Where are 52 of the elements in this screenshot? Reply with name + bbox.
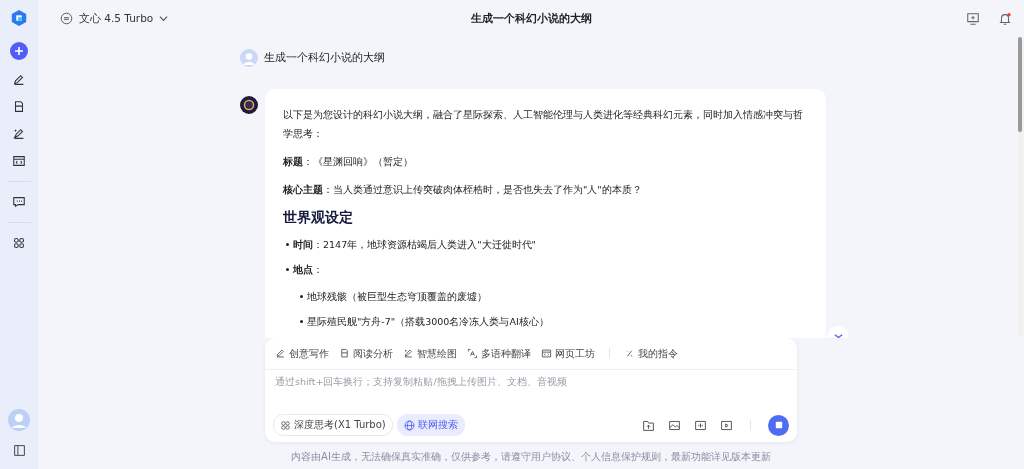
list-item: 地球残骸（被巨型生态穹顶覆盖的废墟） xyxy=(307,291,487,302)
tool-icon xyxy=(339,348,350,359)
conversation-title: 生成一个科幻小说的大纲 xyxy=(470,11,592,26)
document-icon[interactable] xyxy=(12,100,26,114)
video-icon[interactable] xyxy=(720,418,733,432)
assistant-avatar-icon xyxy=(240,96,258,114)
audio-icon[interactable] xyxy=(694,418,707,432)
tool-icon xyxy=(624,348,635,359)
chat-input-box[interactable]: 创意写作 阅读分析 智慧绘图 多语种翻译 网页工坊 我的指令 通过shift+回车换行；支持复制粘贴/拖拽上传图片、文档、音视频 深度思考(X1 Turbo) 联网搜索 xyxy=(265,338,797,442)
scrollbar[interactable] xyxy=(1018,37,1023,335)
nodes-icon xyxy=(280,419,291,431)
option-toggle[interactable]: 深度思考(X1 Turbo) xyxy=(273,414,393,436)
tool-button[interactable]: 阅读分析 xyxy=(339,346,393,361)
apps-icon[interactable] xyxy=(12,236,26,250)
user-message: 生成一个科幻小说的大纲 xyxy=(264,51,385,65)
section-heading: 世界观设定 xyxy=(283,208,354,227)
list-item: 时间：2147年，地球资源枯竭后人类进入"大迁徙时代" xyxy=(293,239,536,250)
stop-icon xyxy=(774,421,783,429)
chat-icon[interactable] xyxy=(12,195,26,209)
screen-add-icon[interactable] xyxy=(966,11,980,26)
tool-button[interactable]: 网页工坊 xyxy=(541,346,595,361)
web-code-icon[interactable] xyxy=(12,154,26,168)
globe-icon xyxy=(403,419,415,431)
model-icon xyxy=(60,12,73,25)
new-chat-icon[interactable] xyxy=(10,42,28,60)
tool-button[interactable]: 智慧绘图 xyxy=(403,346,457,361)
brush-icon[interactable] xyxy=(12,127,26,141)
sidebar-toggle-icon[interactable] xyxy=(12,444,26,457)
tool-icon xyxy=(467,348,478,359)
answer-paragraph: 标题：《星渊回响》（暂定） xyxy=(283,155,414,169)
option-toggle[interactable]: 联网搜索 xyxy=(396,414,465,436)
logo-icon[interactable] xyxy=(10,9,28,27)
upload-folder-icon[interactable] xyxy=(642,418,655,432)
prompt-field[interactable]: 通过shift+回车换行；支持复制粘贴/拖拽上传图片、文档、音视频 xyxy=(265,370,797,414)
answer-paragraph: 以下是为您设计的科幻小说大纲，融合了星际探索、人工智能伦理与人类进化等经典科幻元素，同时加入情感冲突与哲学思考： xyxy=(283,108,804,141)
tool-icon xyxy=(275,348,286,359)
tool-button[interactable]: 我的指令 xyxy=(624,346,678,361)
list-item: 星际殖民舰"方舟-7"（搭载3000名冷冻人类与AI核心） xyxy=(307,316,549,327)
image-icon[interactable] xyxy=(668,418,681,432)
tool-button[interactable]: 创意写作 xyxy=(275,346,329,361)
answer-paragraph: 核心主题：当人类通过意识上传突破肉体桎梏时，是否也失去了作为"人"的本质？ xyxy=(283,183,643,197)
tool-icon xyxy=(403,348,414,359)
tool-button[interactable]: 多语种翻译 xyxy=(467,346,531,361)
chevron-down-icon xyxy=(159,14,169,23)
list-item: 地点： xyxy=(293,264,323,275)
disclaimer-text: 内容由AI生成，无法确保真实准确，仅供参考，请遵守用户协议、个人信息保护规则，最新功能详见版本更新 xyxy=(291,450,771,464)
tool-icon xyxy=(541,348,552,359)
pen-icon[interactable] xyxy=(12,73,26,87)
model-selector[interactable]: 文心 4.5 Turbo xyxy=(60,11,169,26)
user-avatar-icon xyxy=(240,49,258,67)
stop-button[interactable] xyxy=(768,414,789,436)
notification-bell-icon[interactable] xyxy=(998,11,1012,26)
